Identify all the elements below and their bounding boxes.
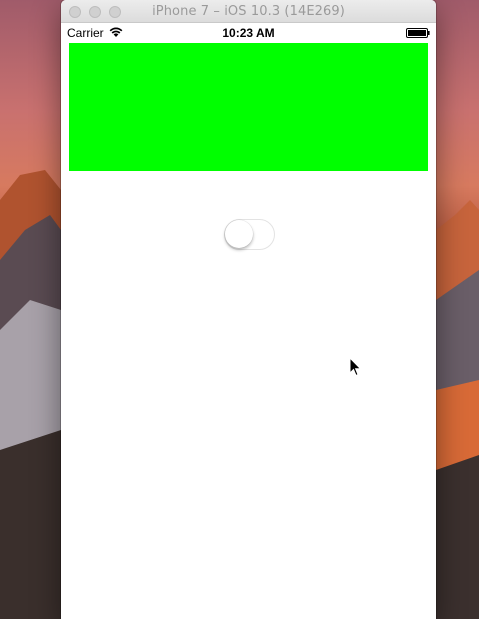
toggle-switch[interactable] (224, 219, 275, 250)
green-view (69, 43, 428, 171)
window-title: iPhone 7 – iOS 10.3 (14E269) (152, 4, 345, 19)
title-bar: iPhone 7 – iOS 10.3 (14E269) (61, 0, 436, 23)
app-content (61, 43, 436, 619)
switch-knob[interactable] (225, 220, 253, 248)
simulator-window: iPhone 7 – iOS 10.3 (14E269) Carrier 10:… (61, 0, 436, 619)
status-bar: Carrier 10:23 AM (61, 23, 436, 43)
status-time: 10:23 AM (222, 26, 275, 40)
mouse-cursor-icon (349, 357, 362, 377)
battery-icon (406, 28, 430, 38)
